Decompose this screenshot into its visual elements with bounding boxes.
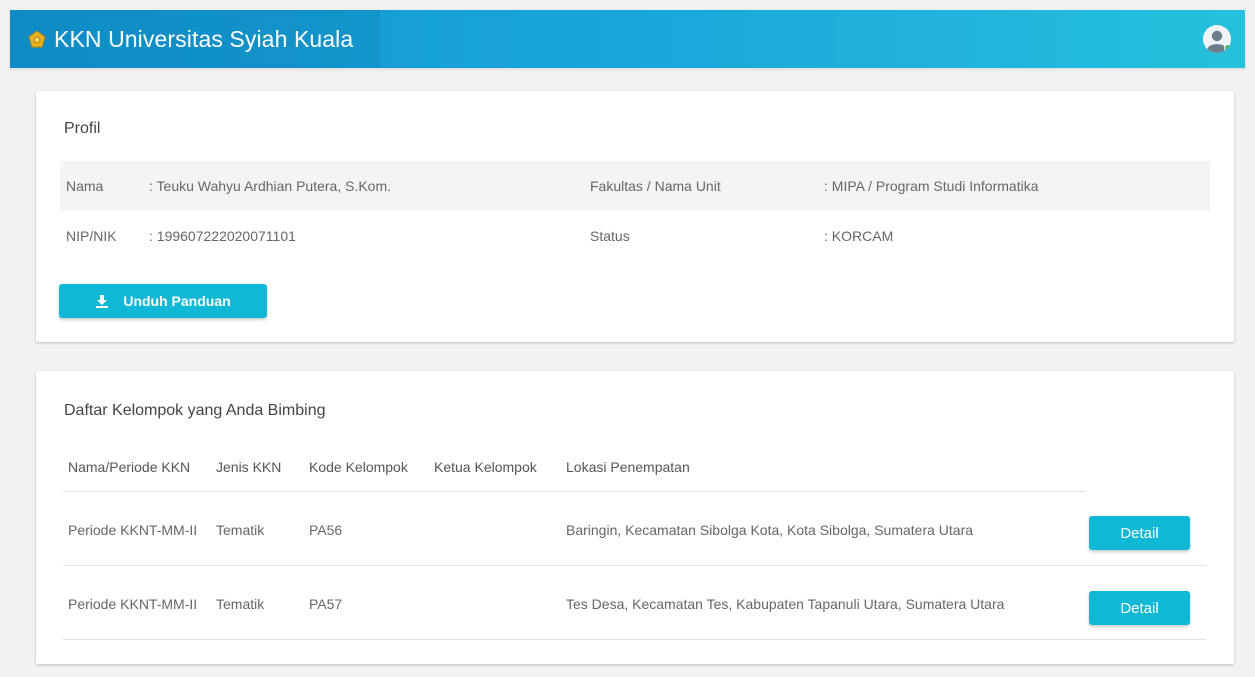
cell-periode: Periode KKNT-MM-II — [68, 522, 198, 538]
cell-lokasi: Tes Desa, Kecamatan Tes, Kabupaten Tapan… — [566, 596, 1005, 612]
table-row: Periode KKNT-MM-II Tematik PA57 Tes Desa… — [63, 566, 1206, 640]
label-nama: Nama — [66, 178, 104, 194]
groups-title: Daftar Kelompok yang Anda Bimbing — [64, 402, 326, 419]
profile-card: Profil Nama : Teuku Wahyu Ardhian Putera… — [36, 91, 1234, 342]
label-nip: NIP/NIK — [66, 228, 117, 244]
column-header-ketua: Ketua Kelompok — [434, 459, 537, 475]
download-icon — [95, 294, 109, 308]
top-navbar: KKN Universitas Syiah Kuala — [10, 10, 1245, 68]
user-avatar-icon[interactable] — [1203, 25, 1231, 53]
column-header-periode: Nama/Periode KKN — [68, 459, 191, 475]
download-guide-button[interactable]: Unduh Panduan — [59, 284, 267, 318]
detail-button[interactable]: Detail — [1089, 516, 1190, 550]
column-header-jenis: Jenis KKN — [216, 459, 282, 475]
app-title: KKN Universitas Syiah Kuala — [54, 25, 354, 52]
column-header-kode: Kode Kelompok — [309, 459, 408, 475]
cell-jenis: Tematik — [216, 522, 265, 538]
table-row: Periode KKNT-MM-II Tematik PA56 Baringin… — [63, 492, 1206, 566]
university-emblem-icon — [28, 30, 46, 48]
profile-row-name: Nama : Teuku Wahyu Ardhian Putera, S.Kom… — [60, 161, 1210, 211]
brand[interactable]: KKN Universitas Syiah Kuala — [10, 10, 380, 68]
value-status: : KORCAM — [824, 228, 894, 244]
cell-kode: PA56 — [309, 522, 343, 538]
column-header-lokasi: Lokasi Penempatan — [566, 459, 690, 475]
label-fakultas: Fakultas / Nama Unit — [590, 178, 721, 194]
detail-button[interactable]: Detail — [1089, 591, 1190, 625]
value-nip: : 199607222020071101 — [149, 228, 296, 244]
cell-jenis: Tematik — [216, 596, 265, 612]
download-guide-label: Unduh Panduan — [123, 293, 231, 309]
cell-periode: Periode KKNT-MM-II — [68, 596, 198, 612]
label-status: Status — [590, 228, 630, 244]
cell-lokasi: Baringin, Kecamatan Sibolga Kota, Kota S… — [566, 522, 974, 538]
value-nama: : Teuku Wahyu Ardhian Putera, S.Kom. — [149, 178, 392, 194]
groups-card: Daftar Kelompok yang Anda Bimbing Nama/P… — [36, 371, 1234, 664]
value-fakultas: : MIPA / Program Studi Informatika — [824, 178, 1039, 194]
profile-row-nip: NIP/NIK : 199607222020071101 Status : KO… — [60, 211, 1210, 261]
profile-title: Profil — [64, 120, 101, 137]
online-status-indicator — [1224, 44, 1231, 52]
cell-kode: PA57 — [309, 596, 343, 612]
